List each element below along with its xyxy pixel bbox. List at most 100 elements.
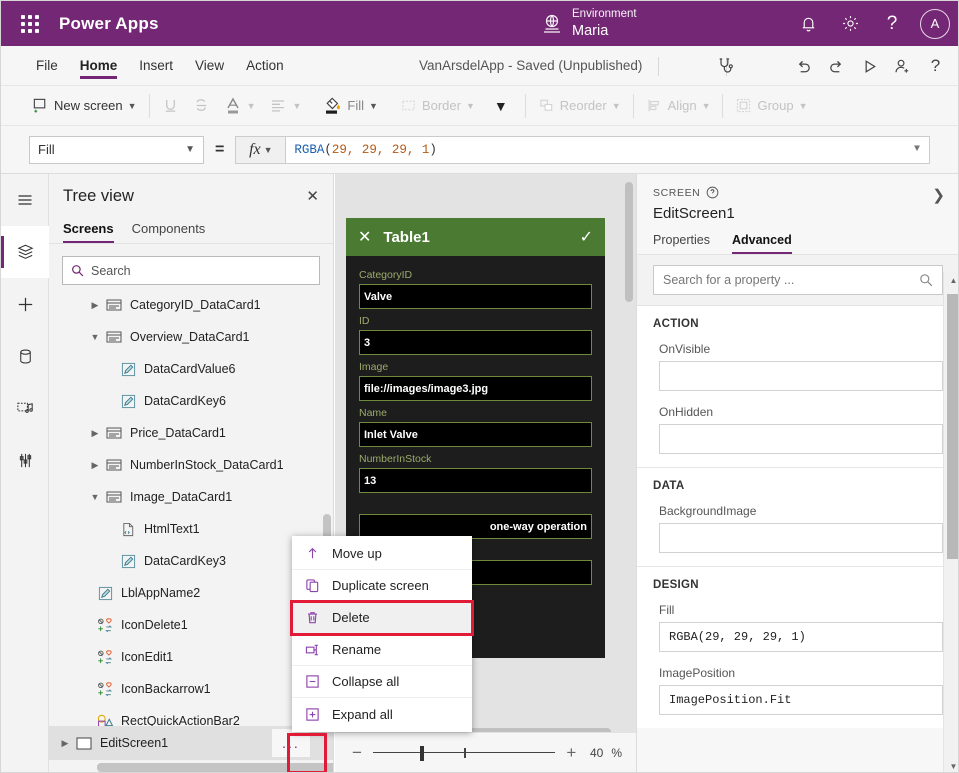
- advanced-tools-icon[interactable]: [1, 434, 49, 486]
- insert-plus-icon[interactable]: [1, 278, 49, 330]
- question-icon[interactable]: ?: [872, 1, 912, 46]
- align-text-button[interactable]: ▼: [262, 92, 308, 120]
- play-icon[interactable]: [853, 46, 886, 86]
- list-item[interactable]: IconBackarrow1: [49, 673, 333, 705]
- app-launcher-icon[interactable]: [13, 14, 47, 33]
- chevron-right-icon[interactable]: ▶: [87, 460, 103, 471]
- list-item[interactable]: DataCardValue6: [49, 353, 333, 385]
- field-input[interactable]: file://images/image3.jpg: [359, 376, 592, 401]
- close-icon[interactable]: ✕: [358, 227, 371, 247]
- context-menu-item-expand-all[interactable]: Expand all: [292, 698, 472, 730]
- list-item[interactable]: ▶ NumberInStock_DataCard1: [49, 449, 333, 481]
- list-item-label: DataCardKey3: [144, 554, 226, 568]
- context-menu-item-move-up[interactable]: Move up: [292, 538, 472, 570]
- zoom-slider-thumb[interactable]: [420, 745, 424, 761]
- chevron-right-icon[interactable]: ▶: [87, 428, 103, 439]
- field-input[interactable]: 3: [359, 330, 592, 355]
- context-menu-item-collapse-all[interactable]: Collapse all: [292, 666, 472, 698]
- check-icon[interactable]: ✓: [580, 227, 593, 247]
- property-dropdown[interactable]: Fill ▼: [29, 135, 204, 164]
- chevron-right-icon[interactable]: ▶: [87, 300, 103, 311]
- tree-horizontal-scrollbar[interactable]: [97, 763, 333, 772]
- tab-properties[interactable]: Properties: [653, 231, 710, 254]
- chevron-right-icon[interactable]: ❯: [932, 186, 945, 204]
- list-item[interactable]: ▶ CategoryID_DataCard1: [49, 289, 333, 321]
- list-item[interactable]: ▼ Image_DataCard1: [49, 481, 333, 513]
- menu-item-action[interactable]: Action: [235, 46, 295, 86]
- formula-expand-chevron-down-icon[interactable]: ▼: [914, 144, 920, 155]
- list-item[interactable]: IconDelete1: [49, 609, 333, 641]
- list-item[interactable]: DataCardKey6: [49, 385, 333, 417]
- data-icon[interactable]: [1, 330, 49, 382]
- list-item[interactable]: HtmlText1: [49, 513, 333, 545]
- fill-button[interactable]: Fill ▼: [316, 92, 385, 120]
- media-icon[interactable]: [1, 382, 49, 434]
- environment-selector[interactable]: Environment Maria: [541, 1, 637, 46]
- tree-view-icon[interactable]: [1, 226, 49, 278]
- list-item[interactable]: ▶ Price_DataCard1: [49, 417, 333, 449]
- tab-screens[interactable]: Screens: [63, 218, 114, 243]
- more-options-chevron-down-icon[interactable]: ▼: [482, 92, 520, 120]
- group-button[interactable]: Group ▼: [728, 92, 814, 120]
- formula-input[interactable]: RGBA(29, 29, 29, 1) ▼: [285, 135, 930, 164]
- question-circle-icon[interactable]: [706, 186, 719, 199]
- chevron-down-icon[interactable]: ▼: [87, 332, 103, 342]
- share-user-icon[interactable]: [886, 46, 919, 86]
- canvas-vertical-scrollbar[interactable]: [625, 182, 633, 302]
- list-item[interactable]: IconEdit1: [49, 641, 333, 673]
- tab-components[interactable]: Components: [132, 218, 206, 243]
- scroll-down-icon[interactable]: ▼: [947, 758, 958, 772]
- hamburger-icon[interactable]: [1, 174, 49, 226]
- fx-button[interactable]: fx ▼: [235, 135, 286, 164]
- align-objects-button[interactable]: Align ▼: [639, 92, 718, 120]
- list-item[interactable]: ▼ Overview_DataCard1: [49, 321, 333, 353]
- underline-icon[interactable]: [155, 92, 186, 120]
- zoom-slider[interactable]: [373, 745, 556, 761]
- chevron-right-icon[interactable]: ▶: [57, 738, 73, 749]
- field-input[interactable]: Valve: [359, 284, 592, 309]
- zoom-in-button[interactable]: +: [563, 743, 579, 763]
- menu-item-file[interactable]: File: [25, 46, 69, 86]
- align-label: Align: [667, 98, 697, 113]
- property-value-input[interactable]: [659, 424, 943, 454]
- list-item[interactable]: LblAppName2: [49, 577, 333, 609]
- new-screen-button[interactable]: New screen ▼: [25, 92, 144, 120]
- context-menu-item-rename[interactable]: Rename: [292, 634, 472, 666]
- context-menu-item-delete[interactable]: Delete: [292, 602, 472, 634]
- properties-scrollbar[interactable]: ▲ ▼: [943, 272, 958, 772]
- property-label: BackgroundImage: [659, 504, 757, 518]
- reorder-button[interactable]: Reorder ▼: [531, 92, 628, 120]
- font-color-button[interactable]: ▼: [217, 92, 263, 120]
- border-button[interactable]: Border ▼: [393, 92, 482, 120]
- chevron-down-icon[interactable]: ▼: [87, 492, 103, 502]
- property-value-input[interactable]: [659, 523, 943, 553]
- tree-search-input[interactable]: Search: [62, 256, 320, 285]
- menu-item-insert[interactable]: Insert: [128, 46, 184, 86]
- menu-item-view[interactable]: View: [184, 46, 235, 86]
- properties-scrollbar-thumb[interactable]: [947, 294, 958, 559]
- scroll-up-icon[interactable]: ▲: [947, 272, 958, 288]
- tab-advanced[interactable]: Advanced: [731, 231, 792, 254]
- zoom-out-button[interactable]: −: [349, 743, 365, 763]
- strikethrough-icon[interactable]: [186, 92, 217, 120]
- property-value-input[interactable]: ImagePosition.Fit: [659, 685, 943, 715]
- property-value-input[interactable]: RGBA(29, 29, 29, 1): [659, 622, 943, 652]
- list-item[interactable]: DataCardKey3: [49, 545, 333, 577]
- gear-icon[interactable]: [830, 1, 870, 46]
- stethoscope-icon[interactable]: [709, 46, 742, 86]
- property-label: Fill: [659, 603, 675, 617]
- field-input[interactable]: 13: [359, 468, 592, 493]
- field-input[interactable]: Inlet Valve: [359, 422, 592, 447]
- app-status-label: VanArsdelApp - Saved (Unpublished): [419, 58, 643, 73]
- close-icon[interactable]: ✕: [306, 189, 319, 204]
- avatar[interactable]: A: [920, 8, 950, 39]
- property-value-input[interactable]: [659, 361, 943, 391]
- bell-icon[interactable]: [788, 1, 828, 46]
- context-menu-item-duplicate-screen[interactable]: Duplicate screen: [292, 570, 472, 602]
- property-search-input[interactable]: Search for a property ...: [653, 265, 943, 295]
- undo-icon[interactable]: [787, 46, 820, 86]
- question-icon[interactable]: ?: [919, 46, 952, 86]
- screen-overflow-menu-button[interactable]: ...: [272, 729, 310, 757]
- menu-item-home[interactable]: Home: [69, 46, 129, 86]
- redo-icon[interactable]: [820, 46, 853, 86]
